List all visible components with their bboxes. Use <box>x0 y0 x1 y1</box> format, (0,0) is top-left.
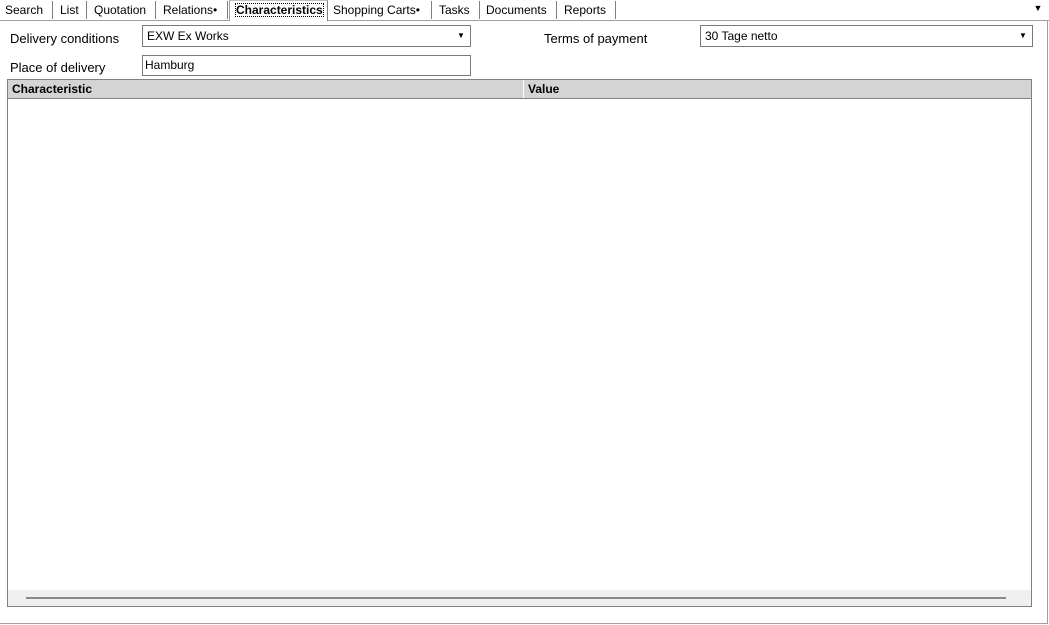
chevron-down-icon[interactable]: ▼ <box>452 26 470 46</box>
terms-of-payment-value: 30 Tage netto <box>705 29 778 43</box>
delivery-conditions-label: Delivery conditions <box>10 31 120 46</box>
tab-label: Relations• <box>163 3 218 17</box>
tab-characteristics[interactable]: Characteristics <box>229 0 328 21</box>
tab-label: Quotation <box>94 3 147 17</box>
tab-strip: Search List Quotation Relations• Charact… <box>0 0 1049 21</box>
tab-reports[interactable]: Reports <box>559 1 616 19</box>
scrollbar-thumb[interactable] <box>26 597 1006 599</box>
tab-label: Reports <box>564 3 607 17</box>
characteristics-grid[interactable]: Characteristic Value <box>7 79 1032 607</box>
tab-documents[interactable]: Documents <box>481 1 557 19</box>
delivery-conditions-combo[interactable]: EXW Ex Works ▼ <box>142 25 471 47</box>
chevron-down-icon[interactable]: ▼ <box>1033 3 1043 13</box>
tab-search[interactable]: Search <box>0 1 53 19</box>
place-of-delivery-label: Place of delivery <box>10 60 106 75</box>
tab-list[interactable]: List <box>55 1 87 19</box>
tab-label: Search <box>5 3 44 17</box>
column-header-value[interactable]: Value <box>524 80 1031 98</box>
tab-label: Documents <box>486 3 547 17</box>
place-of-delivery-input[interactable]: Hamburg <box>142 55 471 76</box>
chevron-down-icon[interactable]: ▼ <box>1014 26 1032 46</box>
column-header-characteristic[interactable]: Characteristic <box>8 80 524 98</box>
tab-label: Characteristics <box>235 3 324 17</box>
delivery-conditions-value: EXW Ex Works <box>147 29 229 43</box>
terms-of-payment-combo[interactable]: 30 Tage netto ▼ <box>700 25 1033 47</box>
terms-of-payment-label: Terms of payment <box>544 31 648 46</box>
grid-header: Characteristic Value <box>8 80 1031 99</box>
tab-label: Tasks <box>439 3 470 17</box>
tab-tasks[interactable]: Tasks <box>434 1 480 19</box>
tab-quotation[interactable]: Quotation <box>89 1 156 19</box>
tab-shopping-carts[interactable]: Shopping Carts• <box>328 1 432 19</box>
horizontal-scrollbar[interactable] <box>8 590 1031 606</box>
tab-label: List <box>60 3 79 17</box>
tab-label: Shopping Carts• <box>333 3 420 17</box>
tab-relations[interactable]: Relations• <box>158 1 228 19</box>
